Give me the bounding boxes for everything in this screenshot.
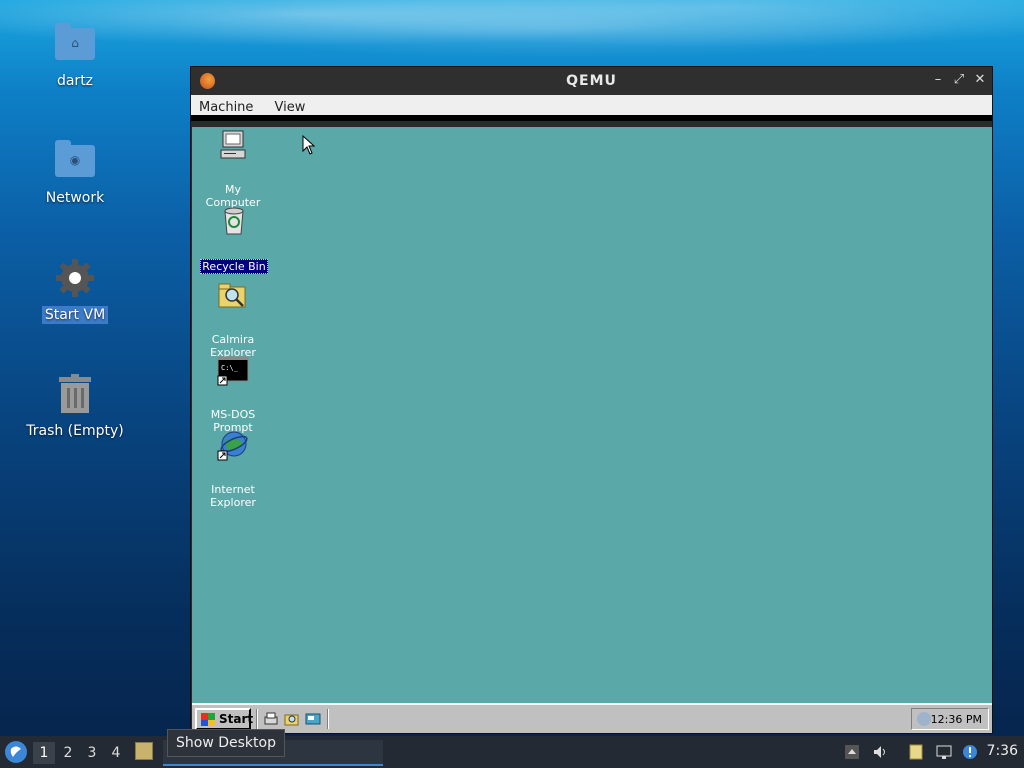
home-folder-icon: ⌂ [53, 22, 97, 66]
panel-clock[interactable]: 7:36 [987, 743, 1018, 759]
wallpaper-highlight [0, 0, 1024, 70]
msdos-prompt-icon: C:\_ [217, 354, 249, 386]
guest-taskbar: Start 12:36 PM [192, 703, 992, 733]
maximize-button[interactable]: ⤢ [951, 72, 967, 88]
show-desktop-icon[interactable] [135, 742, 153, 760]
notification-icon[interactable] [962, 744, 978, 760]
tray-clock-icon [917, 712, 931, 726]
start-button[interactable]: Start [195, 708, 254, 730]
recycle-bin-icon [218, 204, 250, 236]
minimize-button[interactable]: – [930, 72, 946, 88]
svg-text:C:\_: C:\_ [221, 364, 239, 372]
clipboard-icon[interactable] [908, 744, 924, 760]
gear-icon [53, 256, 97, 300]
guest-clock[interactable]: 12:36 PM [931, 713, 982, 726]
volume-icon[interactable] [872, 744, 888, 760]
app-menu-button[interactable] [5, 741, 27, 763]
desktop-icon-label: Network [45, 190, 105, 206]
guest-icon-internet-explorer[interactable]: Internet Explorer [198, 429, 268, 510]
desktop-icon-network[interactable]: ◉ Network [20, 139, 130, 207]
close-button[interactable]: ✕ [972, 72, 988, 88]
workspace-3[interactable]: 3 [81, 742, 103, 764]
start-label: Start [219, 712, 254, 726]
desktop-icon-start-vm[interactable]: Start VM [20, 256, 130, 324]
guest-icon-recycle-bin[interactable]: Recycle Bin [199, 204, 269, 274]
quicklaunch-explorer-icon[interactable] [284, 711, 300, 727]
menu-view[interactable]: View [267, 95, 314, 120]
taskbar-separator [256, 709, 258, 729]
lxqt-logo-icon [10, 746, 21, 757]
calmira-explorer-icon [217, 279, 249, 311]
tray-expand-icon[interactable] [844, 744, 860, 760]
workspace-4[interactable]: 4 [105, 742, 127, 764]
network-icon[interactable] [936, 744, 952, 760]
workspace-1[interactable]: 1 [33, 742, 55, 764]
desktop-icon-label: Start VM [41, 306, 109, 324]
menu-bar: Machine View [191, 95, 992, 121]
taskbar-separator [327, 709, 329, 729]
desktop-icon-trash[interactable]: Trash (Empty) [20, 372, 130, 440]
guest-icon-label: Recycle Bin [200, 259, 268, 274]
guest-icon-label: Internet Explorer [210, 483, 256, 509]
mouse-cursor-icon [302, 135, 316, 155]
windows-flag-icon [201, 713, 215, 726]
guest-desktop[interactable]: My Computer Recycle Bin Calmira Explorer… [192, 127, 992, 733]
my-computer-icon [217, 129, 249, 161]
guest-icon-my-computer[interactable]: My Computer [198, 129, 268, 210]
desktop-icon-label: dartz [56, 73, 94, 89]
desktop-icon-dartz[interactable]: ⌂ dartz [20, 22, 130, 90]
internet-explorer-icon [217, 429, 249, 461]
workspace-2[interactable]: 2 [57, 742, 79, 764]
trash-icon [53, 372, 97, 416]
guest-icon-msdos-prompt[interactable]: C:\_ MS-DOS Prompt [198, 354, 268, 435]
tooltip: Show Desktop [167, 729, 285, 757]
desktop-icon-label: Trash (Empty) [26, 423, 124, 439]
menu-machine[interactable]: Machine [191, 95, 261, 120]
guest-icon-calmira-explorer[interactable]: Calmira Explorer [198, 279, 268, 360]
guest-system-tray: 12:36 PM [911, 708, 989, 730]
qemu-window: QEMU – ⤢ ✕ Machine View My Computer Recy… [190, 66, 993, 734]
network-folder-icon: ◉ [53, 139, 97, 183]
quicklaunch-printer-icon[interactable] [263, 711, 279, 727]
host-panel: 1 2 3 4 7:36 [0, 736, 1024, 768]
quicklaunch-desktop-icon[interactable] [305, 711, 321, 727]
window-title: QEMU [566, 73, 617, 89]
window-titlebar[interactable]: QEMU – ⤢ ✕ [191, 67, 992, 95]
